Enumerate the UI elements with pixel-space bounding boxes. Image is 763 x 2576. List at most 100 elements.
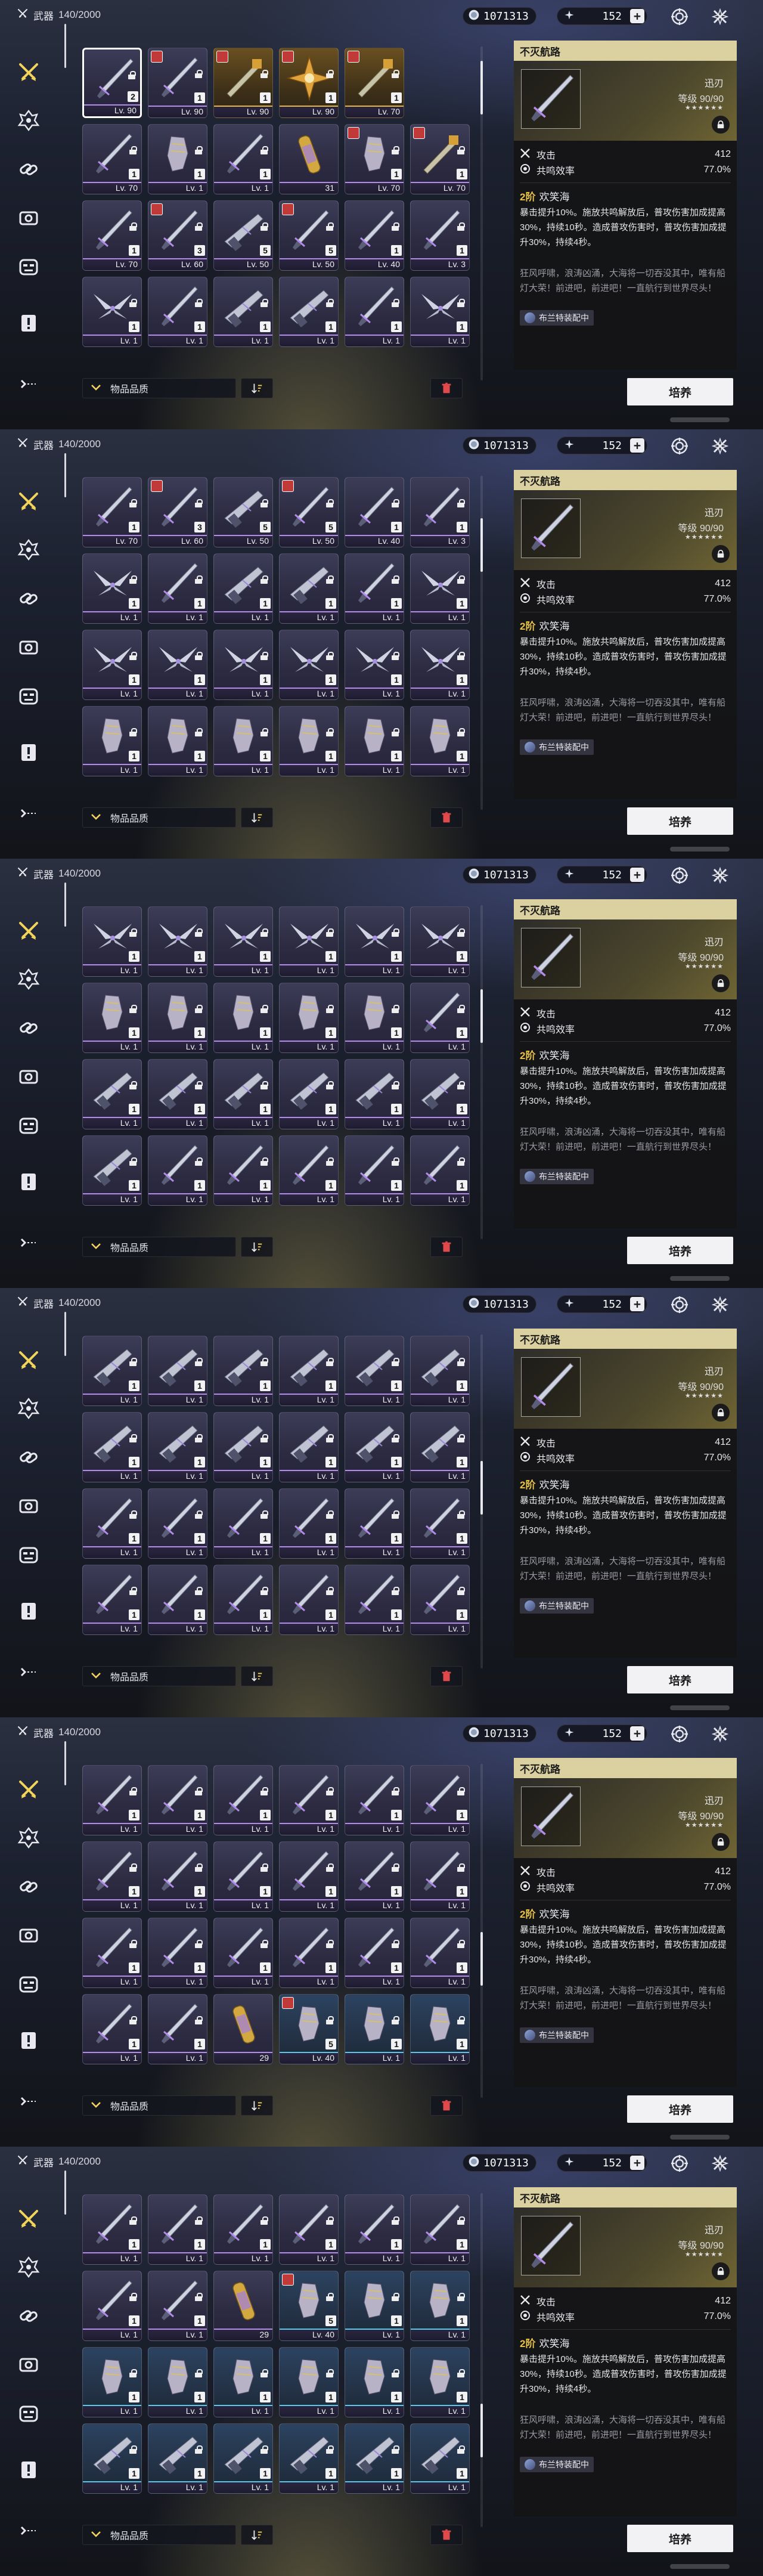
weapon-slot[interactable]: 1 Lv. 1 [279,1488,339,1559]
dismantle-trash-button[interactable] [430,807,463,828]
weapon-slot[interactable]: 1 Lv. 1 [345,553,404,624]
nav-mask-icon[interactable] [15,683,42,710]
weapon-slot[interactable]: 1 Lv. 70 [82,200,142,271]
weapon-slot[interactable]: 29 [213,2271,273,2341]
nav-alert-icon[interactable] [15,2027,42,2054]
weapon-slot[interactable]: 1 Lv. 1 [213,1059,273,1129]
dismantle-trash-button[interactable] [430,1237,463,1257]
nav-mask-icon[interactable] [15,1971,42,1998]
weapon-slot[interactable]: 1 Lv. 1 [345,906,404,977]
weapon-slot[interactable]: 1 Lv. 1 [148,1488,207,1559]
weapon-slot[interactable]: 1 Lv. 1 [148,2423,207,2494]
nav-expand-icon[interactable] [15,2088,42,2114]
nav-echo-icon[interactable] [15,966,42,992]
weapon-slot[interactable]: 1 Lv. 1 [82,906,142,977]
scroll-thumb[interactable] [480,1932,483,1986]
upgrade-button[interactable]: 培养 [627,378,733,405]
weapon-slot[interactable]: 1 Lv. 1 [82,1135,142,1206]
weapon-slot[interactable]: 1 Lv. 1 [410,706,470,776]
weapon-slot[interactable]: 1 Lv. 1 [213,1765,273,1835]
weapon-slot[interactable]: 1 Lv. 1 [410,1135,470,1206]
target-icon[interactable] [669,865,690,886]
upgrade-button[interactable]: 培养 [627,1666,733,1693]
nav-alert-icon[interactable] [15,2457,42,2483]
weapon-slot[interactable]: 1 Lv. 70 [82,124,142,194]
nav-echo-icon[interactable] [15,537,42,563]
weapon-slot[interactable]: 1 Lv. 90 [279,48,339,118]
weapon-slot[interactable]: 1 Lv. 1 [279,1565,339,1635]
weapon-slot[interactable]: 1 Lv. 40 [345,200,404,271]
weapon-slot[interactable]: 1 Lv. 1 [279,2347,339,2417]
weapon-slot[interactable]: 1 Lv. 1 [345,983,404,1053]
sort-order-button[interactable] [241,1666,273,1686]
weapon-slot[interactable]: 1 Lv. 1 [213,277,273,347]
weapon-slot[interactable]: 1 Lv. 1 [410,1059,470,1129]
weapon-slot[interactable]: 1 Lv. 1 [213,1565,273,1635]
add-gems-button[interactable]: + [630,2156,644,2170]
lock-toggle-button[interactable] [712,1404,730,1422]
scroll-thumb[interactable] [480,2403,483,2457]
weapon-slot[interactable]: 1 Lv. 1 [345,1336,404,1406]
weapon-slot[interactable]: 1 Lv. 1 [82,983,142,1053]
weapon-slot[interactable]: 1 Lv. 1 [213,2194,273,2265]
weapon-slot[interactable]: 1 Lv. 1 [345,1841,404,1912]
weapon-slot[interactable]: 1 Lv. 1 [410,2347,470,2417]
weapon-slot[interactable]: 1 Lv. 1 [410,1994,470,2064]
nav-device-icon[interactable] [15,205,42,231]
weapon-slot[interactable]: 1 Lv. 90 [148,48,207,118]
scroll-thumb[interactable] [480,60,483,114]
target-icon[interactable] [669,2153,690,2174]
nav-weapons-icon[interactable] [15,489,42,515]
target-icon[interactable] [669,435,690,457]
close-icon[interactable] [709,865,731,886]
weapon-slot[interactable]: 1 Lv. 1 [213,1488,273,1559]
weapon-slot[interactable]: 1 Lv. 1 [148,1994,207,2064]
weapon-slot[interactable]: 5 Lv. 40 [279,2271,339,2341]
weapon-slot[interactable]: 1 Lv. 1 [82,1488,142,1559]
weapon-slot[interactable]: 1 Lv. 1 [410,2194,470,2265]
weapon-slot[interactable]: 1 Lv. 40 [345,477,404,547]
weapon-slot[interactable]: 1 Lv. 1 [82,2347,142,2417]
quality-filter-dropdown[interactable]: 物品品质 [82,2525,236,2545]
weapon-slot[interactable]: 1 Lv. 1 [279,1412,339,1482]
add-gems-button[interactable]: + [630,438,644,453]
weapon-slot[interactable]: 1 Lv. 1 [148,706,207,776]
nav-device-icon[interactable] [15,1064,42,1090]
dismantle-trash-button[interactable] [430,378,463,398]
grid-scrollbar[interactable] [480,2193,483,2527]
weapon-slot[interactable]: 3 Lv. 60 [148,200,207,271]
weapon-slot[interactable]: 1 Lv. 1 [148,1918,207,1988]
upgrade-button[interactable]: 培养 [627,807,733,835]
weapon-slot[interactable]: 1 Lv. 1 [148,277,207,347]
lock-toggle-button[interactable] [712,116,730,134]
nav-weapons-icon[interactable] [15,1348,42,1374]
lock-toggle-button[interactable] [712,974,730,992]
weapon-slot[interactable]: 29 [213,1994,273,2064]
weapon-slot[interactable]: 1 Lv. 1 [82,1336,142,1406]
weapon-slot[interactable]: 1 Lv. 1 [279,1765,339,1835]
weapon-slot[interactable]: 1 Lv. 1 [148,906,207,977]
sort-order-button[interactable] [241,378,273,398]
weapon-slot[interactable]: 1 Lv. 1 [213,630,273,700]
nav-mask-icon[interactable] [15,1113,42,1139]
nav-echo-icon[interactable] [15,107,42,134]
nav-mask-icon[interactable] [15,2401,42,2427]
weapon-slot[interactable]: 1 Lv. 1 [345,2271,404,2341]
nav-expand-icon[interactable] [15,1659,42,1685]
lock-toggle-button[interactable] [712,2262,730,2280]
dismantle-trash-button[interactable] [430,2095,463,2116]
weapon-slot[interactable]: 1 Lv. 70 [345,124,404,194]
nav-echo-icon[interactable] [15,1395,42,1422]
lock-toggle-button[interactable] [712,545,730,563]
nav-chain-icon[interactable] [15,1444,42,1470]
weapon-slot[interactable]: 1 Lv. 1 [213,906,273,977]
weapon-slot[interactable]: 31 [279,124,339,194]
weapon-slot[interactable]: 1 Lv. 1 [148,1059,207,1129]
upgrade-button[interactable]: 培养 [627,1237,733,1264]
add-gems-button[interactable]: + [630,1297,644,1311]
weapon-slot[interactable]: 1 Lv. 1 [148,1765,207,1835]
weapon-slot[interactable]: 1 Lv. 1 [410,1336,470,1406]
close-icon[interactable] [709,1294,731,1315]
weapon-slot[interactable]: 1 Lv. 1 [345,1059,404,1129]
dismantle-trash-button[interactable] [430,2525,463,2545]
